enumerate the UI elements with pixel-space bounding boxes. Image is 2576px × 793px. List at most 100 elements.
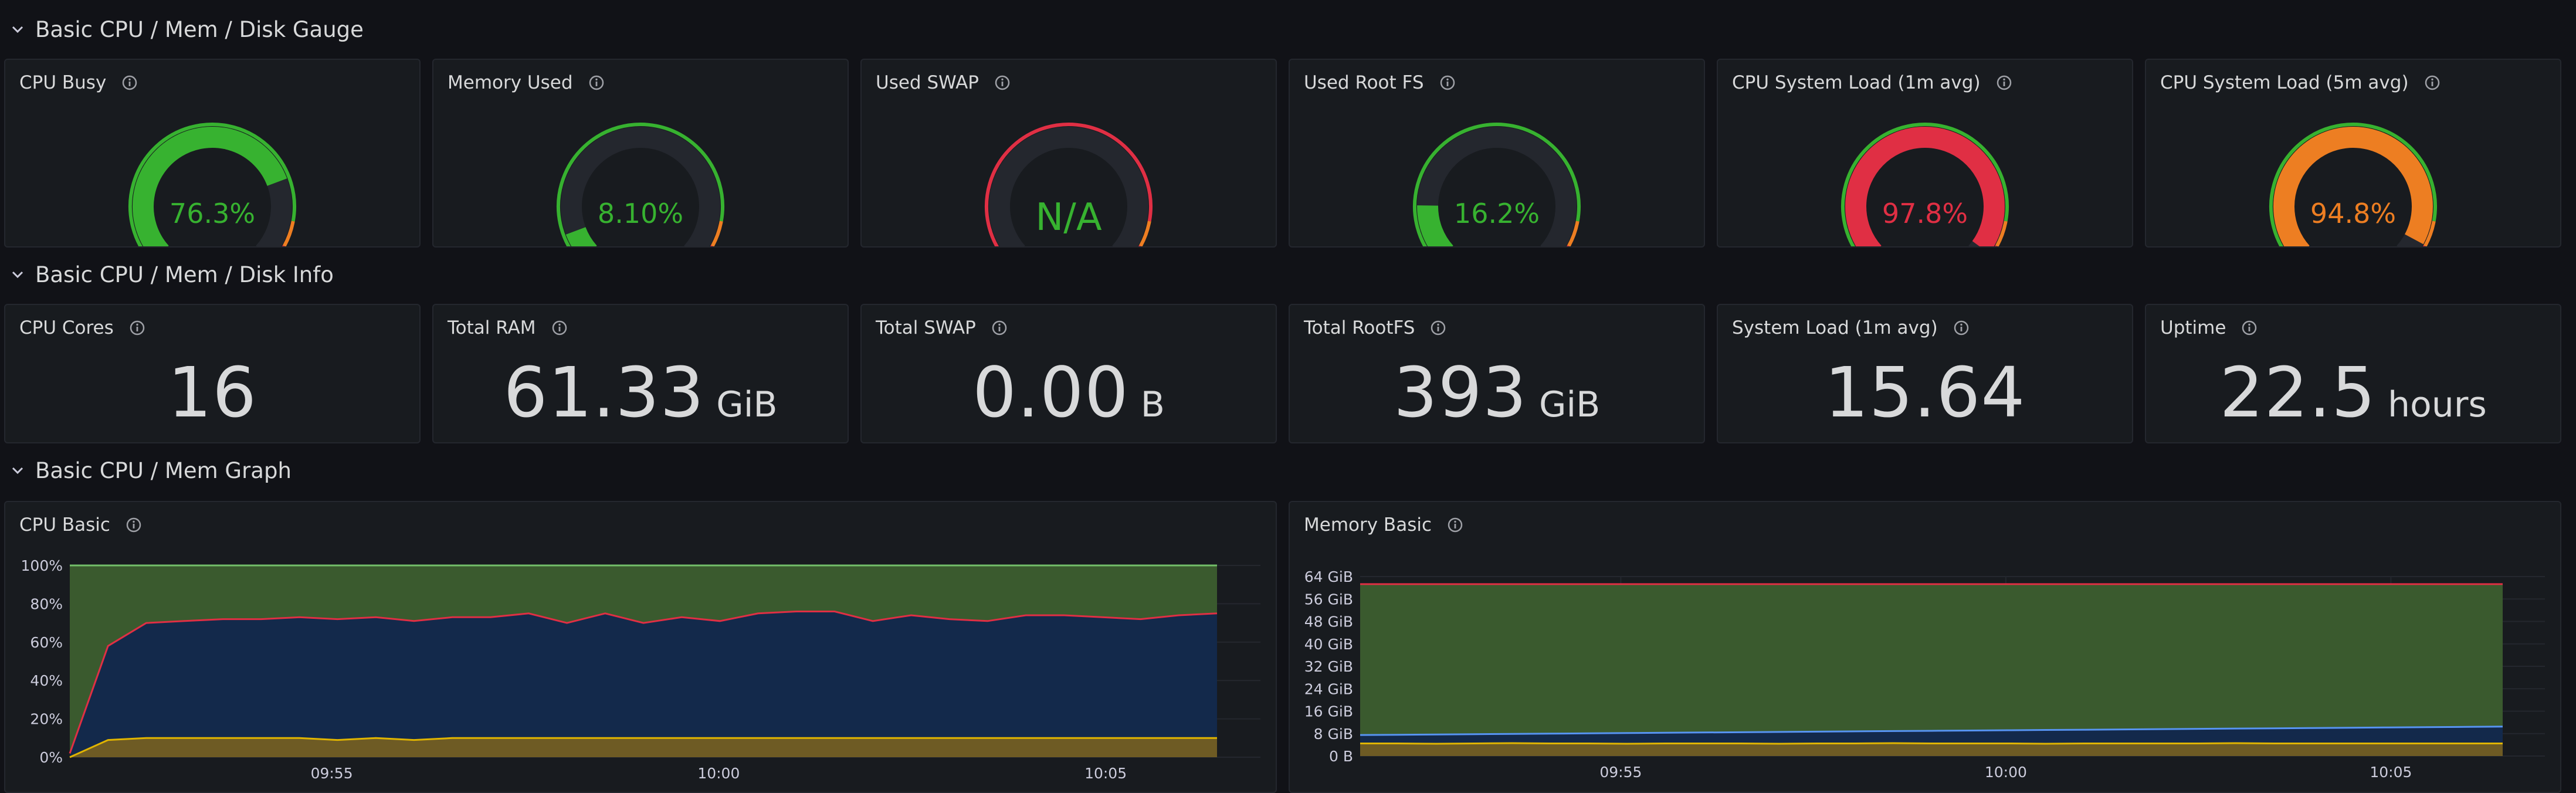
panel-title: Total RootFS <box>1304 317 1415 338</box>
series-area <box>1360 743 2503 756</box>
y-tick-label: 40 GiB <box>1304 636 1353 653</box>
row-title: Basic CPU / Mem / Disk Info <box>35 262 334 287</box>
stat-panel[interactable]: Total RootFS 393 GiB <box>1289 304 1705 443</box>
info-icon[interactable] <box>121 74 138 91</box>
stat-unit: B <box>1140 384 1165 425</box>
gauge-panel[interactable]: Used SWAP N/A <box>860 59 1277 248</box>
stat-number: 393 <box>1393 352 1527 433</box>
y-tick-label: 20% <box>30 711 63 728</box>
gauge-value: 94.8% <box>2310 198 2396 229</box>
x-tick-label: 10:05 <box>2370 764 2412 781</box>
chevron-down-icon[interactable] <box>0 6 35 53</box>
stat-panel[interactable]: CPU Cores 16 <box>4 304 421 443</box>
panel-title: Total RAM <box>448 317 536 338</box>
info-icon[interactable] <box>551 320 568 336</box>
y-tick-label: 40% <box>30 672 63 689</box>
gauge-value: 8.10% <box>598 198 683 229</box>
memory-basic-chart: 0 B 8 GiB 16 GiB 24 GiB 32 GiB 40 GiB 48 GiB 56… <box>1304 568 2545 781</box>
gauge-dial: 8.10% <box>557 123 724 246</box>
y-tick-label: 16 GiB <box>1304 703 1353 720</box>
row-header-info[interactable]: Basic CPU / Mem / Disk Info <box>0 251 334 298</box>
panel-title: CPU System Load (5m avg) <box>2160 72 2409 93</box>
gauge-dial: N/A <box>985 123 1153 246</box>
panel-title: Used SWAP <box>876 72 979 93</box>
stat-panel[interactable]: Total SWAP 0.00 B <box>860 304 1277 443</box>
cpu-basic-panel[interactable]: CPU Basic 0% 20% 40% 60% 80% 100% 09:55 10:00 10… <box>4 501 1277 793</box>
stat-number: 61.33 <box>503 352 705 433</box>
gauge-panel[interactable]: Used Root FS 16.2% <box>1289 59 1705 248</box>
stat-unit: hours <box>2388 384 2487 425</box>
y-tick-label: 8 GiB <box>1314 726 1353 743</box>
gauge-panel[interactable]: CPU System Load (1m avg) 97.8% <box>1717 59 2133 248</box>
x-tick-label: 09:55 <box>311 765 353 782</box>
y-tick-label: 32 GiB <box>1304 658 1353 675</box>
info-icon[interactable] <box>1439 74 1456 91</box>
gauge-value-arc <box>2273 127 2433 246</box>
gauge-value: 97.8% <box>1882 198 1968 229</box>
stat-number: 16 <box>167 352 257 433</box>
info-icon[interactable] <box>1430 320 1446 336</box>
stat-number: 15.64 <box>1824 352 2026 433</box>
memory-basic-panel[interactable]: Memory Basic 0 B8 GiB 16 GiB 24 GiB 32 GiB 4… <box>1289 501 2561 793</box>
row-title: Basic CPU / Mem / Disk Gauge <box>35 16 364 42</box>
gauge-panel[interactable]: CPU Busy 76.3% <box>4 59 421 248</box>
stat-panel[interactable]: System Load (1m avg) 15.64 <box>1717 304 2133 443</box>
gauge-panel[interactable]: Memory Used 8.10% <box>432 59 849 248</box>
series-area <box>70 611 1217 757</box>
gauge-value-arc <box>133 127 287 246</box>
info-icon[interactable] <box>991 320 1008 336</box>
panel-title: System Load (1m avg) <box>1732 317 1938 338</box>
panel-title: Memory Used <box>448 72 573 93</box>
info-icon[interactable] <box>994 74 1011 91</box>
panel-title: CPU Cores <box>19 317 114 338</box>
info-icon[interactable] <box>1953 320 1970 336</box>
panel-title: Total SWAP <box>876 317 976 338</box>
gauge-dial: 16.2% <box>1413 123 1581 246</box>
x-tick-label: 09:55 <box>1599 764 1642 781</box>
stat-unit: GiB <box>1538 384 1601 425</box>
chevron-down-icon[interactable] <box>0 251 35 298</box>
y-tick-label: 56 GiB <box>1304 591 1353 608</box>
stat-unit: GiB <box>716 384 778 425</box>
gauge-value-arc <box>565 226 598 246</box>
gauge-track <box>1417 127 1577 246</box>
stat-panel[interactable]: Uptime 22.5 hours <box>2145 304 2561 443</box>
stat-panel[interactable]: Total RAM 61.33 GiB <box>432 304 849 443</box>
y-tick-label: 0 B <box>1329 748 1353 765</box>
x-tick-label: 10:00 <box>697 765 740 782</box>
y-tick-label: 0% <box>39 749 63 766</box>
info-icon[interactable] <box>2424 74 2441 91</box>
info-icon[interactable] <box>588 74 605 91</box>
panel-title: CPU System Load (1m avg) <box>1732 72 1981 93</box>
x-tick-label: 10:05 <box>1084 765 1127 782</box>
info-icon[interactable] <box>1996 74 2012 91</box>
info-icon[interactable] <box>2241 320 2258 336</box>
panel-title: Uptime <box>2160 317 2226 338</box>
gauge-value: N/A <box>1035 196 1101 239</box>
chevron-down-icon[interactable] <box>0 447 35 494</box>
y-tick-label: 64 GiB <box>1304 568 1353 585</box>
gauge-dial: 76.3% <box>128 123 296 246</box>
row-header-gauge[interactable]: Basic CPU / Mem / Disk Gauge <box>0 6 364 53</box>
gauge-dial: 97.8% <box>1841 123 2009 246</box>
row-title: Basic CPU / Mem Graph <box>35 458 292 483</box>
gauge-value-arc <box>1845 127 2005 246</box>
cpu-basic-chart: 0% 20% 40% 60% 80% 100% 09:55 10:00 10:05 <box>21 557 1260 782</box>
series-line <box>1360 742 2503 745</box>
y-tick-label: 80% <box>30 595 63 612</box>
gauge-dial: 94.8% <box>2269 123 2437 246</box>
gauge-value-arc <box>1417 205 1454 246</box>
info-icon[interactable] <box>129 320 145 336</box>
y-tick-label: 100% <box>21 557 63 574</box>
y-tick-label: 60% <box>30 634 63 651</box>
y-tick-label: 24 GiB <box>1304 680 1353 697</box>
stat-number: 22.5 <box>2219 352 2377 433</box>
series-area <box>70 738 1217 757</box>
row-header-graph[interactable]: Basic CPU / Mem Graph <box>0 447 292 494</box>
gauge-track <box>561 127 720 246</box>
x-tick-label: 10:00 <box>1985 764 2027 781</box>
panel-title: Used Root FS <box>1304 72 1424 93</box>
gauge-panel[interactable]: CPU System Load (5m avg) 94.8% <box>2145 59 2561 248</box>
gauge-value: 16.2% <box>1454 198 1540 229</box>
stat-number: 0.00 <box>972 352 1129 433</box>
